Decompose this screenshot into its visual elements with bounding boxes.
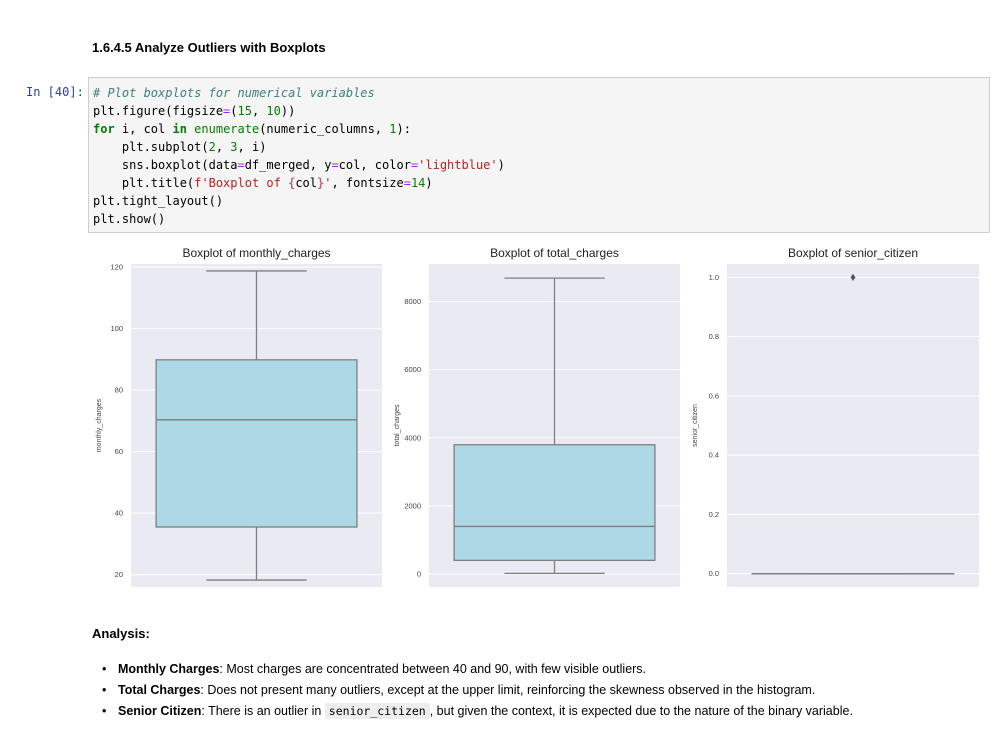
y-tick-label: 6000 bbox=[404, 365, 421, 374]
y-axis-label: senior_citizen bbox=[692, 404, 699, 447]
code-cell[interactable]: # Plot boxplots for numerical variables … bbox=[88, 77, 990, 233]
plot-background bbox=[727, 264, 979, 587]
y-tick-label: 4000 bbox=[404, 433, 421, 442]
list-item: Monthly Charges: Most charges are concen… bbox=[100, 659, 853, 680]
code-line-8: plt.show() bbox=[93, 212, 166, 226]
plot-title: Boxplot of monthly_charges bbox=[182, 246, 330, 260]
plot-title: Boxplot of total_charges bbox=[490, 246, 619, 260]
box-iqr bbox=[453, 444, 656, 562]
y-tick-label: 0 bbox=[417, 570, 421, 579]
y-axis-label: monthly_charges bbox=[96, 398, 103, 452]
analysis-list: Monthly Charges: Most charges are concen… bbox=[100, 659, 853, 722]
code-line-5: sns.boxplot(data=df_merged, y=col, color… bbox=[93, 158, 505, 172]
list-item: Senior Citizen: There is an outlier in s… bbox=[100, 701, 853, 722]
code-line-3: for i, col in enumerate(numeric_columns,… bbox=[93, 122, 411, 136]
y-tick-label: 80 bbox=[115, 386, 123, 395]
plot-title: Boxplot of senior_citizen bbox=[788, 246, 918, 260]
y-tick-label: 120 bbox=[110, 263, 123, 272]
y-tick-label: 0.4 bbox=[709, 451, 719, 460]
boxplot-figure: 20 40 60 80 100 120 Boxplot of monthly_charges… bbox=[96, 246, 979, 587]
code-line-7: plt.tight_layout() bbox=[93, 194, 224, 208]
y-axis-label: total_charges bbox=[394, 404, 401, 447]
analysis-title: Analysis: bbox=[92, 626, 150, 641]
y-tick-label: 20 bbox=[115, 570, 123, 579]
y-tick-label: 0.6 bbox=[709, 391, 719, 400]
y-tick-label: 0.8 bbox=[709, 332, 719, 341]
y-tick-label: 8000 bbox=[404, 297, 421, 306]
code-line-2: plt.figure(figsize=(15, 10)) bbox=[93, 104, 296, 118]
code-line-6: plt.title(f'Boxplot of {col}', fontsize=… bbox=[93, 176, 433, 190]
cell-prompt: In [40]: bbox=[26, 85, 84, 99]
inline-code: senior_citizen bbox=[324, 703, 430, 719]
y-tick-label: 100 bbox=[110, 324, 123, 333]
y-tick-label: 60 bbox=[115, 447, 123, 456]
y-tick-label: 2000 bbox=[404, 501, 421, 510]
y-tick-label: 0.0 bbox=[709, 569, 719, 578]
section-heading: 1.6.4.5 Analyze Outliers with Boxplots bbox=[92, 40, 326, 55]
code-block: # Plot boxplots for numerical variables … bbox=[93, 84, 505, 228]
y-tick-label: 1.0 bbox=[709, 273, 719, 282]
code-line-4: plt.subplot(2, 3, i) bbox=[93, 140, 267, 154]
code-line-1: # Plot boxplots for numerical variables bbox=[93, 86, 375, 100]
box-iqr bbox=[155, 359, 358, 528]
y-tick-label: 0.2 bbox=[709, 510, 719, 519]
y-tick-label: 40 bbox=[115, 509, 123, 518]
list-item: Total Charges: Does not present many out… bbox=[100, 680, 853, 701]
